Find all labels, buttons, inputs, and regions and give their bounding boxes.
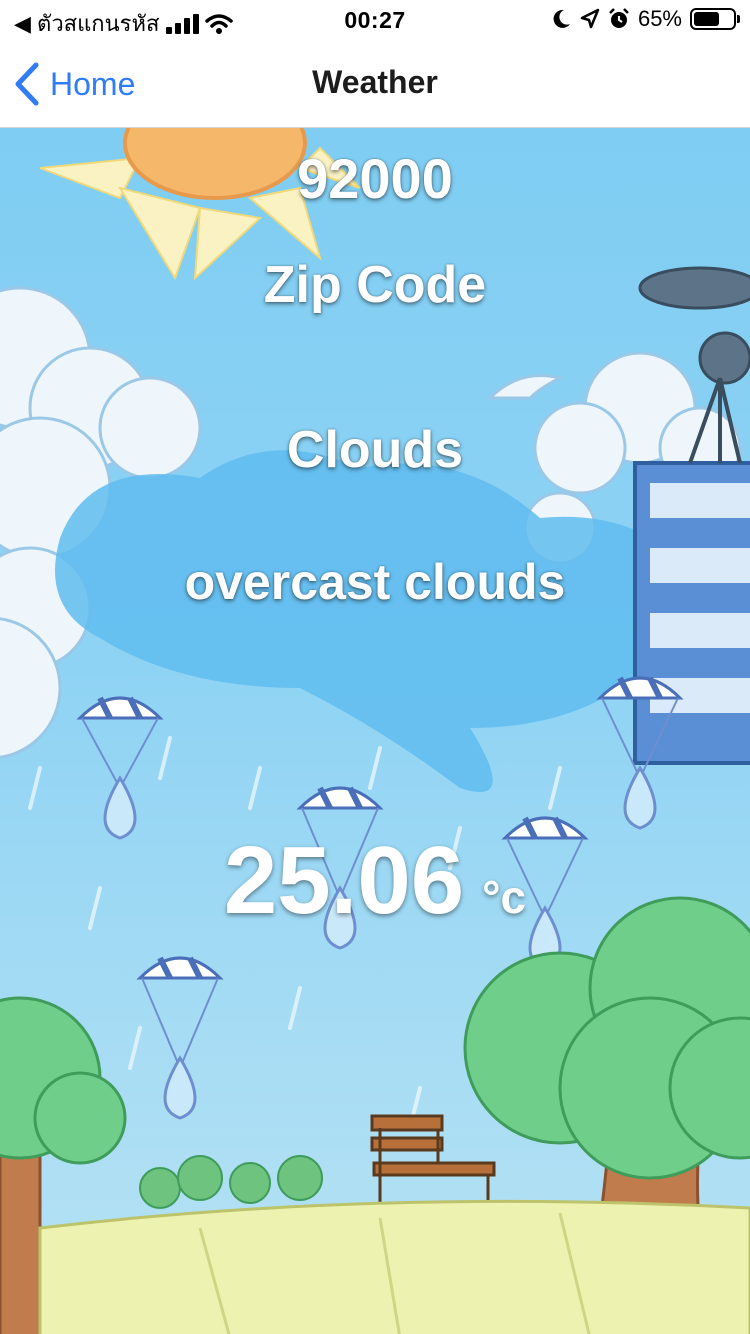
battery-fill xyxy=(694,12,719,26)
battery-icon xyxy=(690,8,740,30)
temperature-unit: °c xyxy=(482,871,527,923)
weather-condition: Clouds xyxy=(286,421,464,479)
battery-percent: 65% xyxy=(637,6,682,31)
navigation-bar: Home Weather xyxy=(0,40,750,128)
zip-code-label: Zip Code xyxy=(263,256,487,314)
rain-cloud-silhouette xyxy=(55,450,704,792)
bench-illustration xyxy=(370,1114,496,1208)
status-bar: ◀ ตัวสแกนรหัส 00:27 65% xyxy=(0,0,750,40)
page-title: Weather xyxy=(312,64,438,100)
zip-code-value: 92000 xyxy=(297,147,453,210)
status-right: 65% xyxy=(550,6,740,32)
moon-icon xyxy=(553,9,570,28)
temperature-display: 25.06 °c xyxy=(0,826,750,936)
bushes xyxy=(139,1155,323,1209)
weather-description: overcast clouds xyxy=(184,554,566,610)
location-icon xyxy=(580,8,600,29)
temperature-value: 25.06 xyxy=(223,827,465,934)
alarm-icon xyxy=(609,8,629,28)
weather-background: 92000 Zip Code Clouds overcast clouds 25… xyxy=(0,128,750,1334)
